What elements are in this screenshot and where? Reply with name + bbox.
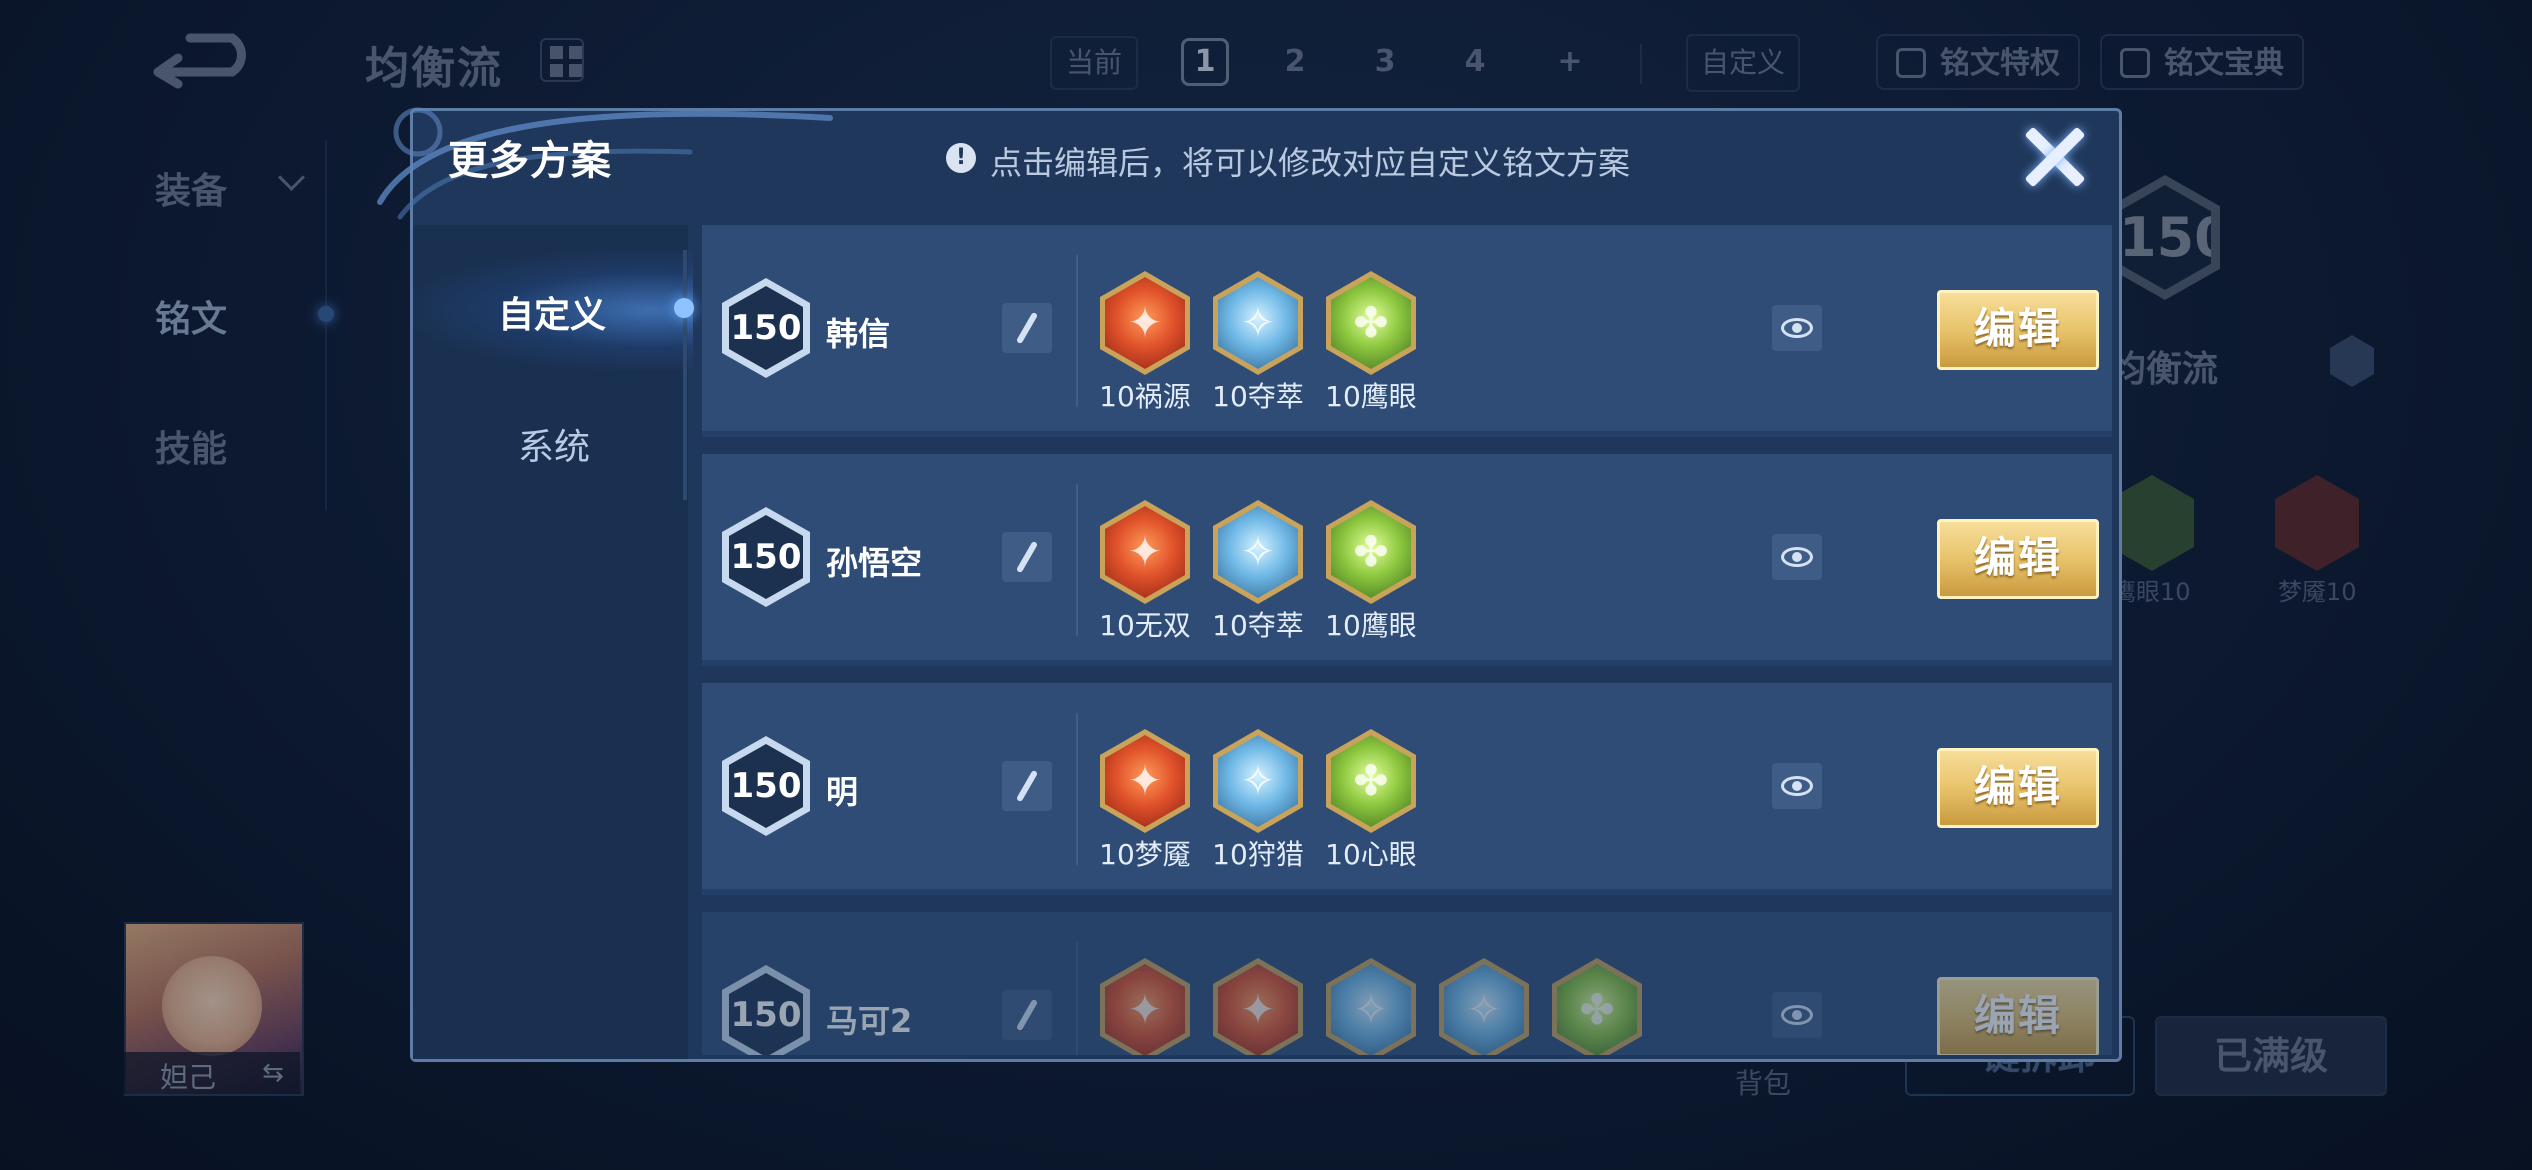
blue-rune-icon: ✧ bbox=[1326, 958, 1416, 1055]
rename-pen-icon[interactable] bbox=[1002, 990, 1052, 1040]
blue-rune-icon: ✧ bbox=[1439, 958, 1529, 1055]
rune-label: 10夺萃 bbox=[1212, 380, 1304, 413]
tab-indicator bbox=[674, 298, 694, 318]
blue-rune-icon: ✧ bbox=[1213, 500, 1303, 604]
tab-custom[interactable]: 自定义 bbox=[498, 286, 606, 338]
rune-label: 10心眼 bbox=[1325, 838, 1417, 871]
close-icon[interactable] bbox=[2022, 124, 2088, 190]
info-icon: ! bbox=[946, 143, 976, 173]
rune-label: 10鹰眼 bbox=[1325, 609, 1417, 642]
rune-label: 10狩猎 bbox=[1212, 838, 1304, 871]
green-rune-icon: ✤ bbox=[1552, 958, 1642, 1055]
rune-label: 10无双 bbox=[1099, 609, 1191, 642]
green-rune-icon: ✤ bbox=[1326, 271, 1416, 375]
plan-name: 马可2 bbox=[826, 1002, 913, 1040]
edit-button[interactable]: 编辑 bbox=[1937, 519, 2099, 599]
tab-rail bbox=[683, 250, 687, 500]
red-rune-icon: ✦ bbox=[1100, 500, 1190, 604]
row-divider bbox=[1076, 713, 1078, 865]
rune-label: 10祸源 bbox=[1099, 380, 1191, 413]
red-rune-icon: ✦ bbox=[1100, 729, 1190, 833]
rune-label: 10夺萃 bbox=[1212, 609, 1304, 642]
plan-row: 150 马可2 ✦ ✦ ✧ ✧ ✤ 编辑 bbox=[702, 912, 2112, 1055]
eye-icon[interactable] bbox=[1772, 305, 1822, 351]
eye-icon[interactable] bbox=[1772, 763, 1822, 809]
rename-pen-icon[interactable] bbox=[1002, 303, 1052, 353]
red-rune-icon: ✦ bbox=[1100, 958, 1190, 1055]
tab-system[interactable]: 系统 bbox=[518, 418, 590, 470]
green-rune-icon: ✤ bbox=[1326, 729, 1416, 833]
edit-button[interactable]: 编辑 bbox=[1937, 977, 2099, 1055]
row-divider bbox=[1076, 255, 1078, 407]
plan-row: 150 韩信 ✦ 10祸源 ✧ 10夺萃 ✤ 10鹰眼 编辑 bbox=[702, 225, 2112, 437]
edit-button[interactable]: 编辑 bbox=[1937, 748, 2099, 828]
plan-row: 150 孙悟空 ✦ 10无双 ✧ 10夺萃 ✤ 10鹰眼 编辑 bbox=[702, 454, 2112, 666]
rune-label: 10梦魇 bbox=[1099, 838, 1191, 871]
plan-name: 韩信 bbox=[826, 315, 891, 353]
plan-list[interactable]: 150 韩信 ✦ 10祸源 ✧ 10夺萃 ✤ 10鹰眼 编辑 150 孙悟空 ✦… bbox=[700, 225, 2114, 1055]
plan-name: 孙悟空 bbox=[826, 544, 923, 582]
blue-rune-icon: ✧ bbox=[1213, 271, 1303, 375]
eye-icon[interactable] bbox=[1772, 992, 1822, 1038]
hint-text: 点击编辑后，将可以修改对应自定义铭文方案 bbox=[990, 144, 1631, 182]
dialog-title: 更多方案 bbox=[448, 138, 612, 184]
red-rune-icon: ✦ bbox=[1100, 271, 1190, 375]
row-divider bbox=[1076, 942, 1078, 1055]
blue-rune-icon: ✧ bbox=[1213, 729, 1303, 833]
plan-row: 150 明 ✦ 10梦魇 ✧ 10狩猎 ✤ 10心眼 编辑 bbox=[702, 683, 2112, 895]
red-rune-icon: ✦ bbox=[1213, 958, 1303, 1055]
rename-pen-icon[interactable] bbox=[1002, 532, 1052, 582]
edit-button[interactable]: 编辑 bbox=[1937, 290, 2099, 370]
rename-pen-icon[interactable] bbox=[1002, 761, 1052, 811]
plan-name: 明 bbox=[826, 773, 859, 811]
green-rune-icon: ✤ bbox=[1326, 500, 1416, 604]
rune-label: 10鹰眼 bbox=[1325, 380, 1417, 413]
eye-icon[interactable] bbox=[1772, 534, 1822, 580]
row-divider bbox=[1076, 484, 1078, 636]
